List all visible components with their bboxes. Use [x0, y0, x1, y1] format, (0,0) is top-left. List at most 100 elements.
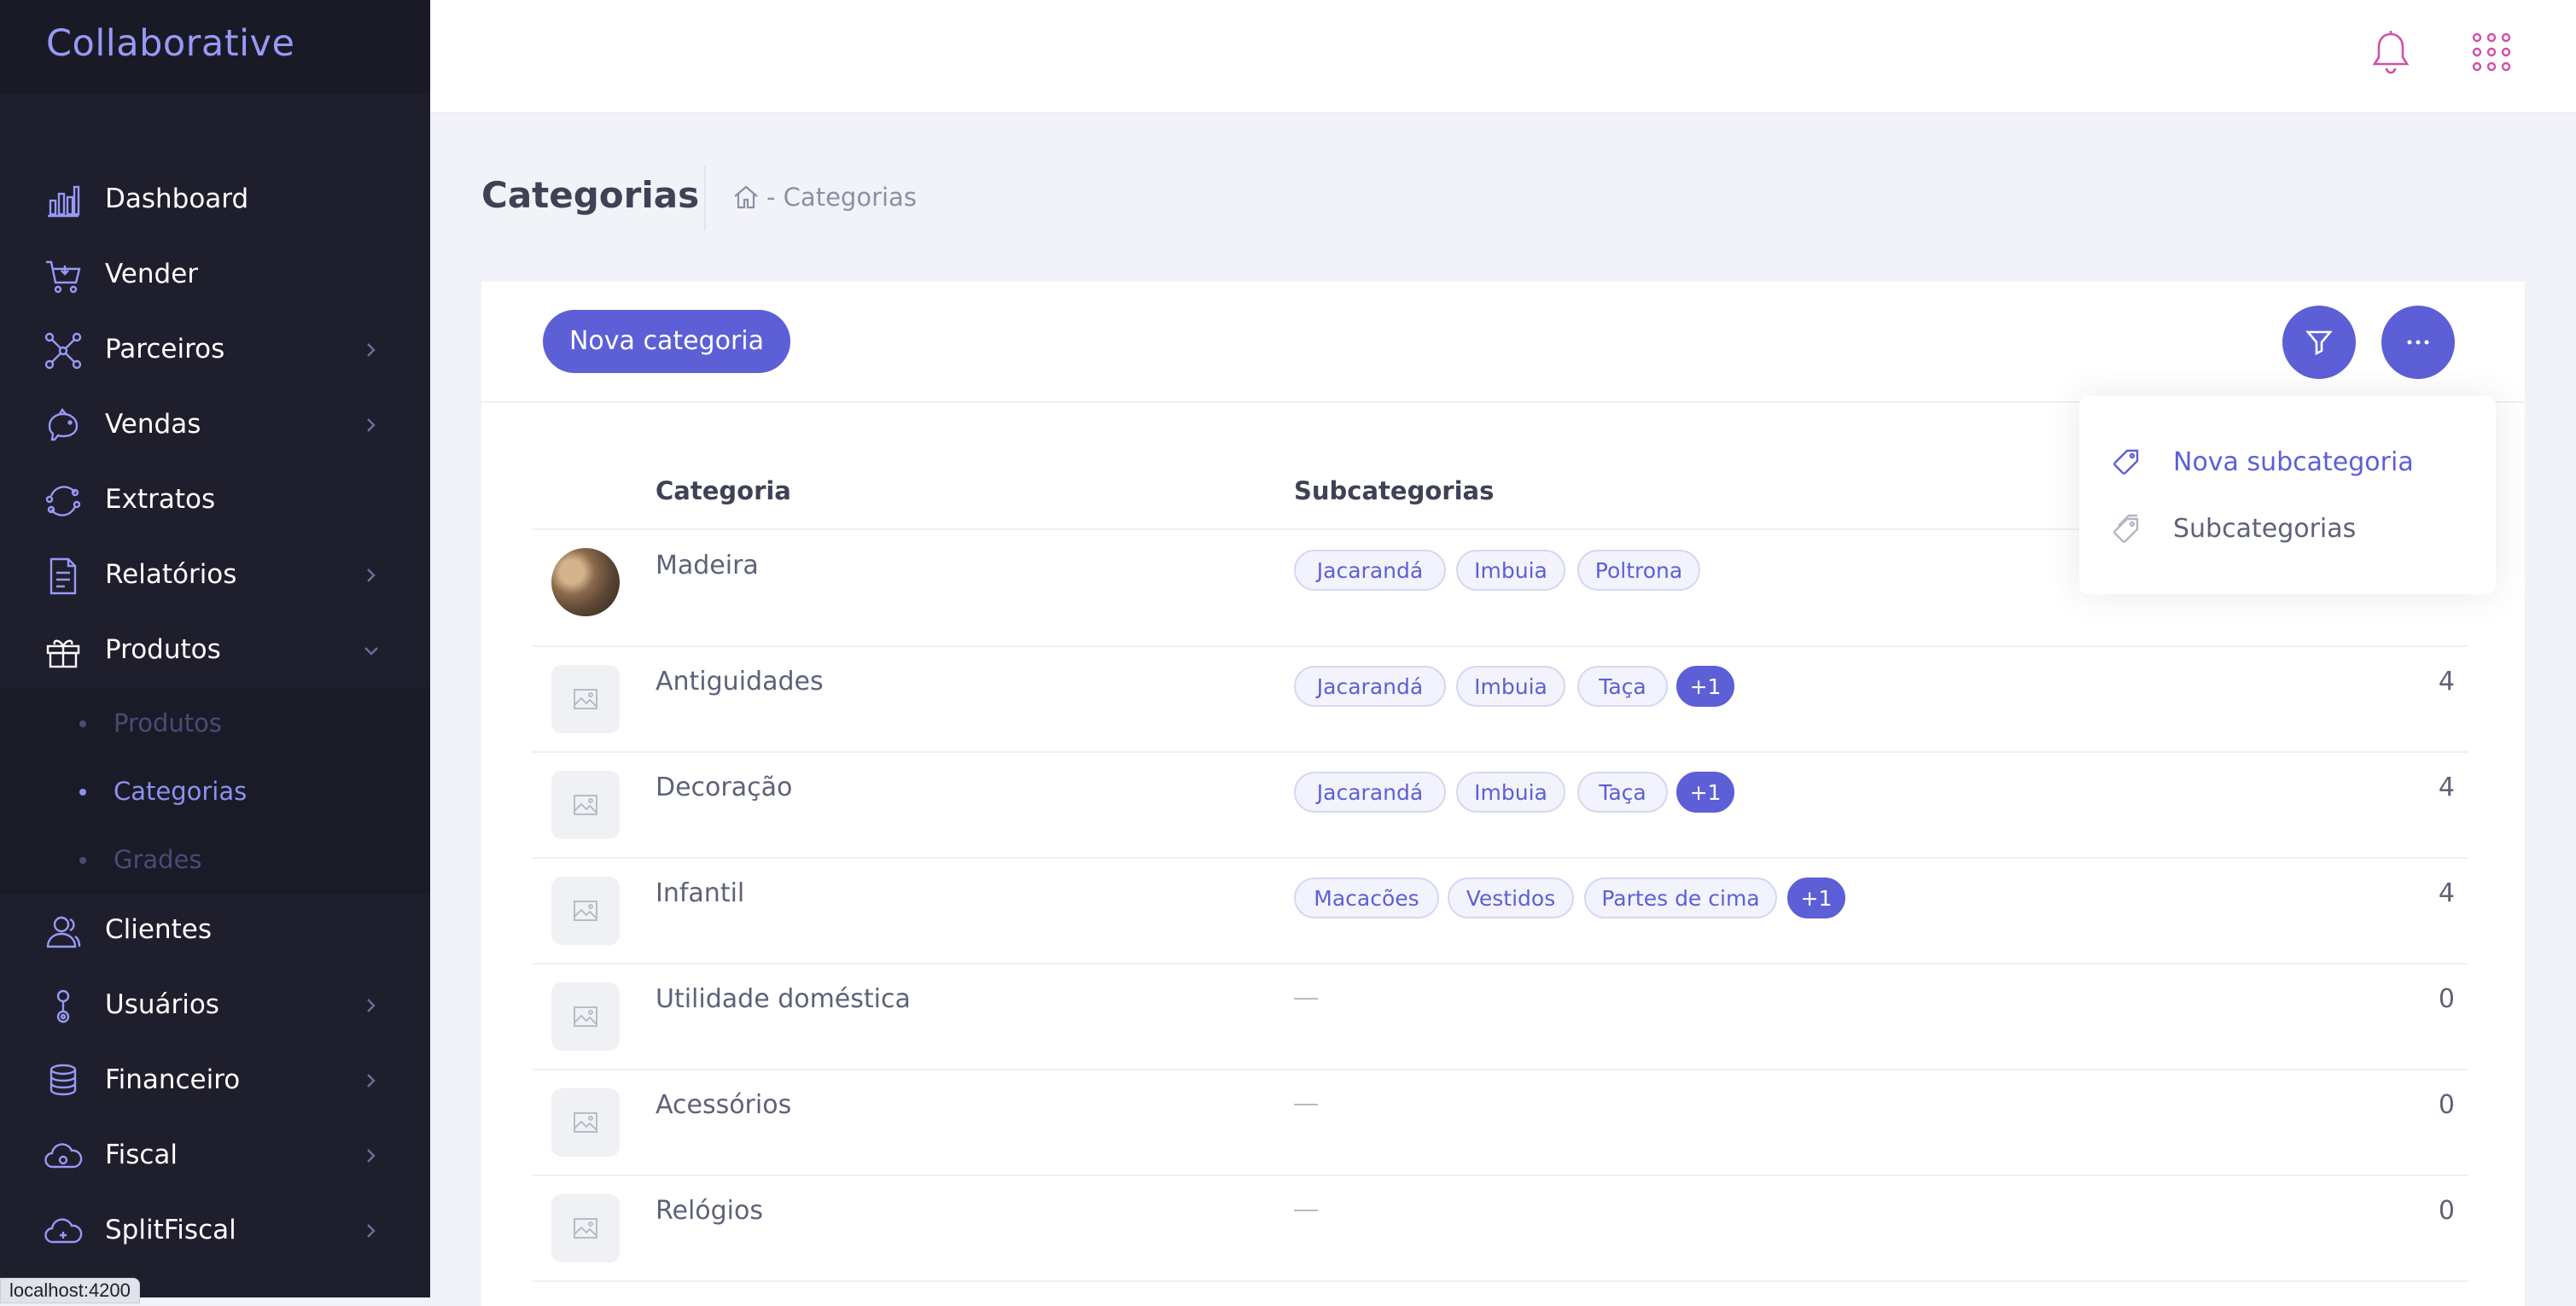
sidebar-item-relatorios[interactable]: Relatórios [0, 539, 430, 614]
row-divider [533, 751, 2468, 753]
bell-icon[interactable] [2371, 29, 2410, 77]
more-tags-badge[interactable]: +1 [1787, 877, 1845, 918]
menu-item-subcategorias[interactable]: Subcategorias [2079, 502, 2496, 557]
status-url-tooltip: localhost:4200 [0, 1278, 140, 1303]
subcategory-tag: Taça [1577, 666, 1668, 707]
submenu-item-produtos[interactable]: Produtos [0, 693, 430, 753]
sidebar-item-vendas[interactable]: Vendas [0, 388, 430, 464]
subcategory-tag: Vestidos [1448, 877, 1574, 918]
row-divider [533, 1175, 2468, 1176]
breadcrumb[interactable]: - Categorias [766, 183, 917, 212]
sidebar-item-vender[interactable]: Vender [0, 238, 430, 313]
cloud-split-icon [43, 1211, 84, 1252]
sidebar-item-clientes[interactable]: Clientes [0, 894, 430, 969]
cart-icon [43, 255, 84, 296]
more-tags-badge[interactable]: +1 [1676, 772, 1734, 813]
chevron-down-icon [362, 639, 381, 662]
sidebar-item-parceiros[interactable]: Parceiros [0, 313, 430, 388]
subcategory-tag: Imbuia [1456, 666, 1565, 707]
sidebar-item-usuarios[interactable]: Usuários [0, 969, 430, 1044]
chevron-right-icon [362, 414, 381, 436]
image-placeholder-icon [574, 795, 597, 815]
sidebar-item-label: Usuários [105, 989, 219, 1020]
category-image-placeholder [551, 982, 620, 1051]
more-dots-icon [2407, 340, 2429, 345]
column-header-category[interactable]: Categoria [656, 476, 791, 505]
sidebar-item-dashboard[interactable]: Dashboard [0, 163, 430, 238]
subcategory-tag: Partes de cima [1584, 877, 1777, 918]
home-icon[interactable] [731, 183, 761, 212]
subcategory-count: 0 [2438, 984, 2455, 1014]
tags-icon [2112, 514, 2142, 545]
sidebar-item-financeiro[interactable]: Financeiro [0, 1044, 430, 1119]
piggy-bank-icon [43, 405, 84, 446]
chevron-right-icon [362, 564, 381, 586]
image-placeholder-icon [574, 1006, 597, 1027]
sidebar: Collaborative Dashboard Vender Parceiros… [0, 0, 430, 1297]
subcategory-tag: Jacarandá [1294, 772, 1446, 813]
sidebar-item-extratos[interactable]: Extratos [0, 464, 430, 539]
row-divider [533, 857, 2468, 859]
subcategory-tag: Imbuia [1456, 550, 1565, 591]
empty-subcategories-dash: — [1294, 1089, 1318, 1116]
sidebar-item-produtos[interactable]: Produtos [0, 614, 430, 689]
image-placeholder-icon [574, 1112, 597, 1133]
subcategory-tag: Jacarandá [1294, 666, 1446, 707]
row-divider [533, 1280, 2468, 1282]
sidebar-item-fiscal[interactable]: Fiscal [0, 1119, 430, 1194]
category-image-placeholder [551, 1194, 620, 1262]
sidebar-item-label: Fiscal [105, 1140, 178, 1170]
user-pin-icon [43, 986, 84, 1027]
image-placeholder-icon [574, 901, 597, 921]
new-category-button[interactable]: Nova categoria [543, 310, 790, 373]
chevron-right-icon [362, 1145, 381, 1167]
menu-item-label: Subcategorias [2173, 514, 2357, 544]
image-placeholder-icon [574, 1218, 597, 1239]
refresh-cycle-icon [43, 481, 84, 522]
more-tags-badge[interactable]: +1 [1676, 666, 1734, 707]
more-actions-button[interactable] [2381, 306, 2455, 379]
subcategory-tag: Jacarandá [1294, 550, 1446, 591]
sidebar-item-splitfiscal[interactable]: SplitFiscal [0, 1194, 430, 1269]
subcategory-tag: Poltrona [1577, 550, 1700, 591]
category-image [551, 548, 620, 616]
column-header-subcategories[interactable]: Subcategorias [1294, 476, 1494, 505]
submenu-item-label: Categorias [114, 777, 248, 806]
empty-subcategories-dash: — [1294, 1195, 1318, 1221]
report-icon [43, 556, 84, 597]
sidebar-item-label: SplitFiscal [105, 1215, 236, 1245]
more-actions-dropdown: Nova subcategoria Subcategorias [2079, 396, 2496, 594]
bullet-dot-icon [79, 720, 86, 727]
apps-grid-icon[interactable] [2472, 32, 2511, 72]
image-placeholder-icon [574, 689, 597, 709]
subcategory-tag: Taça [1577, 772, 1668, 813]
subcategory-tag: Macacões [1294, 877, 1439, 918]
subcategory-tag: Imbuia [1456, 772, 1565, 813]
category-name[interactable]: Infantil [656, 878, 744, 908]
category-name[interactable]: Madeira [656, 551, 759, 580]
category-name[interactable]: Antiguidades [656, 667, 824, 697]
filter-icon [2305, 330, 2333, 356]
category-image-placeholder [551, 1088, 620, 1157]
sidebar-item-label: Relatórios [105, 559, 237, 590]
users-icon [43, 911, 84, 952]
page-title: Categorias [481, 174, 700, 216]
brand-logo-text[interactable]: Collaborative [46, 22, 294, 65]
category-name[interactable]: Relógios [656, 1196, 763, 1226]
submenu-item-categorias[interactable]: Categorias [0, 761, 430, 821]
submenu-item-grades[interactable]: Grades [0, 830, 430, 889]
menu-item-nova-subcategoria[interactable]: Nova subcategoria [2079, 435, 2496, 490]
sidebar-item-label: Vendas [105, 409, 201, 440]
subcategory-count: 0 [2438, 1196, 2455, 1226]
chevron-right-icon [362, 1220, 381, 1242]
filter-button[interactable] [2282, 306, 2356, 379]
category-name[interactable]: Decoração [656, 773, 792, 802]
category-name[interactable]: Utilidade doméstica [656, 984, 911, 1014]
category-name[interactable]: Acessórios [656, 1090, 791, 1120]
row-divider [533, 963, 2468, 965]
category-image-placeholder [551, 771, 620, 839]
subcategory-count: 0 [2438, 1090, 2455, 1120]
subcategory-count: 4 [2438, 878, 2455, 908]
menu-item-label: Nova subcategoria [2173, 447, 2414, 477]
top-header [430, 0, 2576, 112]
